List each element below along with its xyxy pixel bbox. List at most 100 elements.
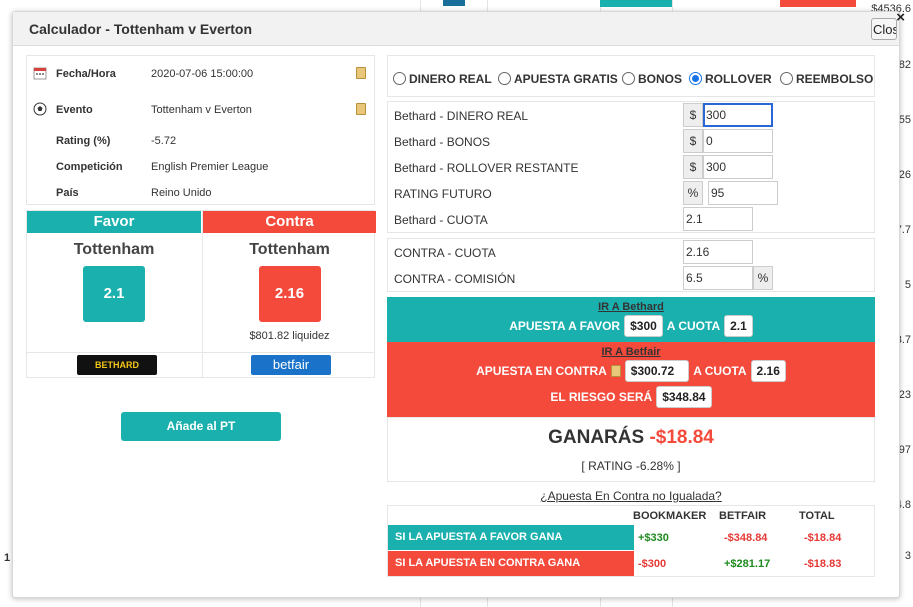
calculator-modal: Calculador - Tottenham v Everton Close ×…: [12, 9, 905, 598]
go-to-betfair-link[interactable]: IR A Betfair: [601, 346, 660, 358]
profit-amount: -$18.84: [649, 427, 714, 448]
close-button[interactable]: Close: [871, 18, 897, 40]
row-label: SI LA APUESTA A FAVOR GANA: [388, 525, 634, 550]
info-value: Reino Unido: [151, 187, 212, 199]
info-value: -5.72: [151, 135, 177, 147]
modal-title: Calculador - Tottenham v Everton: [29, 21, 252, 37]
cuota-input[interactable]: [683, 207, 753, 231]
mode-rollover[interactable]: ROLLOVER: [689, 72, 772, 86]
mode-apuesta-gratis[interactable]: APUESTA GRATIS: [498, 72, 618, 86]
contra-bet-bar: IR A Betfair APUESTA EN CONTRA $300.72 A…: [387, 342, 875, 417]
info-label: País: [56, 187, 79, 199]
bg-red-strip: [780, 0, 856, 7]
field-label: Bethard - BONOS: [394, 135, 491, 149]
mode-bonos[interactable]: BONOS: [622, 72, 682, 86]
contra-odd-value: 2.16: [750, 360, 786, 382]
contra-cuota-input[interactable]: [683, 240, 753, 264]
favor-stake-value: $300: [624, 315, 663, 337]
betfair-logo[interactable]: betfair: [251, 355, 331, 375]
radio-icon[interactable]: [393, 72, 406, 85]
percent-addon: %: [683, 181, 703, 205]
radio-icon[interactable]: [622, 72, 635, 85]
bg-blue-strip: [443, 0, 465, 6]
favor-contra-panel: Favor Tottenham 2.1 Contra Tottenham 2.1…: [26, 210, 376, 378]
percent-addon: %: [753, 266, 773, 290]
field-label: CONTRA - CUOTA: [394, 246, 496, 260]
mode-reembolso[interactable]: REEMBOLSO: [780, 72, 873, 86]
outcome-table: BOOKMAKER BETFAIR TOTAL SI LA APUESTA A …: [387, 505, 875, 577]
field-contra-cuota: CONTRA - CUOTA: [388, 239, 874, 265]
info-row-rating: Rating (%) -5.72: [27, 132, 374, 156]
radio-icon[interactable]: [780, 72, 793, 85]
field-label: Bethard - CUOTA: [394, 213, 488, 227]
contra-header: Contra: [203, 211, 376, 233]
unmatched-bet-link[interactable]: ¿Apuesta En Contra no Igualada?: [387, 489, 875, 503]
info-label: Rating (%): [56, 135, 111, 147]
dinero-real-input[interactable]: [703, 103, 773, 127]
risk-value: $348.84: [656, 386, 712, 408]
contra-team: Tottenham: [249, 241, 330, 258]
table-row: SI LA APUESTA A FAVOR GANA +$330 -$348.8…: [388, 525, 874, 550]
field-label: Bethard - ROLLOVER RESTANTE: [394, 161, 579, 175]
favor-team: Tottenham: [73, 241, 155, 258]
mode-label: APUESTA GRATIS: [514, 72, 618, 86]
info-label: Evento: [56, 104, 93, 116]
bg-teal-strip: [600, 0, 672, 7]
bookmaker-cell: -$300: [638, 558, 667, 570]
field-label: RATING FUTURO: [394, 187, 492, 201]
favor-odd-value: 2.1: [724, 315, 753, 337]
dollar-addon: $: [683, 155, 703, 179]
info-row-event: Evento Tottenham v Everton: [27, 101, 374, 125]
info-row-competition: Competición English Premier League: [27, 158, 374, 182]
field-label: Bethard - DINERO REAL: [394, 109, 529, 123]
info-row-date: Fecha/Hora 2020-07-06 15:00:00: [27, 65, 374, 89]
info-row-country: País Reino Unido: [27, 184, 374, 208]
rating-futuro-input[interactable]: [708, 181, 778, 205]
modal-header: Calculador - Tottenham v Everton Close ×: [13, 9, 905, 46]
contra-stake-value: $300.72: [624, 360, 690, 382]
favor-stake-label: APUESTA A FAVOR: [509, 319, 621, 333]
contra-stake-label: APUESTA EN CONTRA: [476, 364, 607, 378]
field-label: CONTRA - COMISIÓN: [394, 272, 516, 286]
copy-icon[interactable]: [356, 67, 366, 79]
risk-label: EL RIESGO SERÁ: [550, 390, 653, 404]
mode-dinero-real[interactable]: DINERO REAL: [393, 72, 492, 86]
contra-odd-label: A CUOTA: [693, 364, 747, 378]
field-rollover: Bethard - ROLLOVER RESTANTE $: [388, 154, 874, 180]
bethard-logo[interactable]: BETHARD: [77, 355, 157, 375]
profit-label: GANARÁS: [548, 427, 645, 448]
event-info-panel: Fecha/Hora 2020-07-06 15:00:00 Evento To…: [26, 55, 375, 205]
field-dinero-real: Bethard - DINERO REAL $: [388, 102, 874, 128]
contra-comision-input[interactable]: [683, 266, 753, 290]
mode-selector: DINERO REAL APUESTA GRATIS BONOS ROLLOVE…: [387, 55, 875, 97]
info-value: 2020-07-06 15:00:00: [151, 68, 254, 80]
bonos-input[interactable]: [703, 129, 773, 153]
liquidity-text: $801.82 liquidez: [249, 330, 330, 342]
table-header: BETFAIR: [719, 510, 767, 522]
radio-icon[interactable]: [498, 72, 511, 85]
mode-label: REEMBOLSO: [796, 72, 874, 86]
bg-left-marker: 1: [4, 552, 11, 564]
add-to-pt-button[interactable]: Añade al PT: [121, 412, 281, 441]
betfair-cell: -$348.84: [724, 532, 768, 544]
table-header: BOOKMAKER: [633, 510, 707, 522]
field-contra-comision: CONTRA - COMISIÓN %: [388, 265, 874, 291]
rollover-input[interactable]: [703, 155, 773, 179]
contra-odd: 2.16: [258, 266, 321, 322]
mode-label: DINERO REAL: [409, 72, 492, 86]
favor-odd: 2.1: [83, 266, 145, 322]
dollar-addon: $: [683, 129, 703, 153]
favor-odd-label: A CUOTA: [666, 319, 721, 333]
calendar-icon: [33, 67, 47, 80]
rating-result: [ RATING -6.28% ]: [581, 459, 681, 473]
copy-icon[interactable]: [356, 103, 366, 115]
go-to-bethard-link[interactable]: IR A Bethard: [598, 301, 664, 313]
copy-stake-icon[interactable]: [610, 365, 621, 377]
close-icon[interactable]: ×: [896, 9, 905, 26]
contra-fields: CONTRA - CUOTA CONTRA - COMISIÓN %: [387, 238, 875, 292]
total-cell: -$18.84: [804, 532, 842, 544]
betfair-cell: +$281.17: [724, 558, 771, 570]
row-label: SI LA APUESTA EN CONTRA GANA: [388, 551, 634, 576]
radio-selected-icon[interactable]: [689, 72, 702, 85]
mode-label: BONOS: [638, 72, 683, 86]
